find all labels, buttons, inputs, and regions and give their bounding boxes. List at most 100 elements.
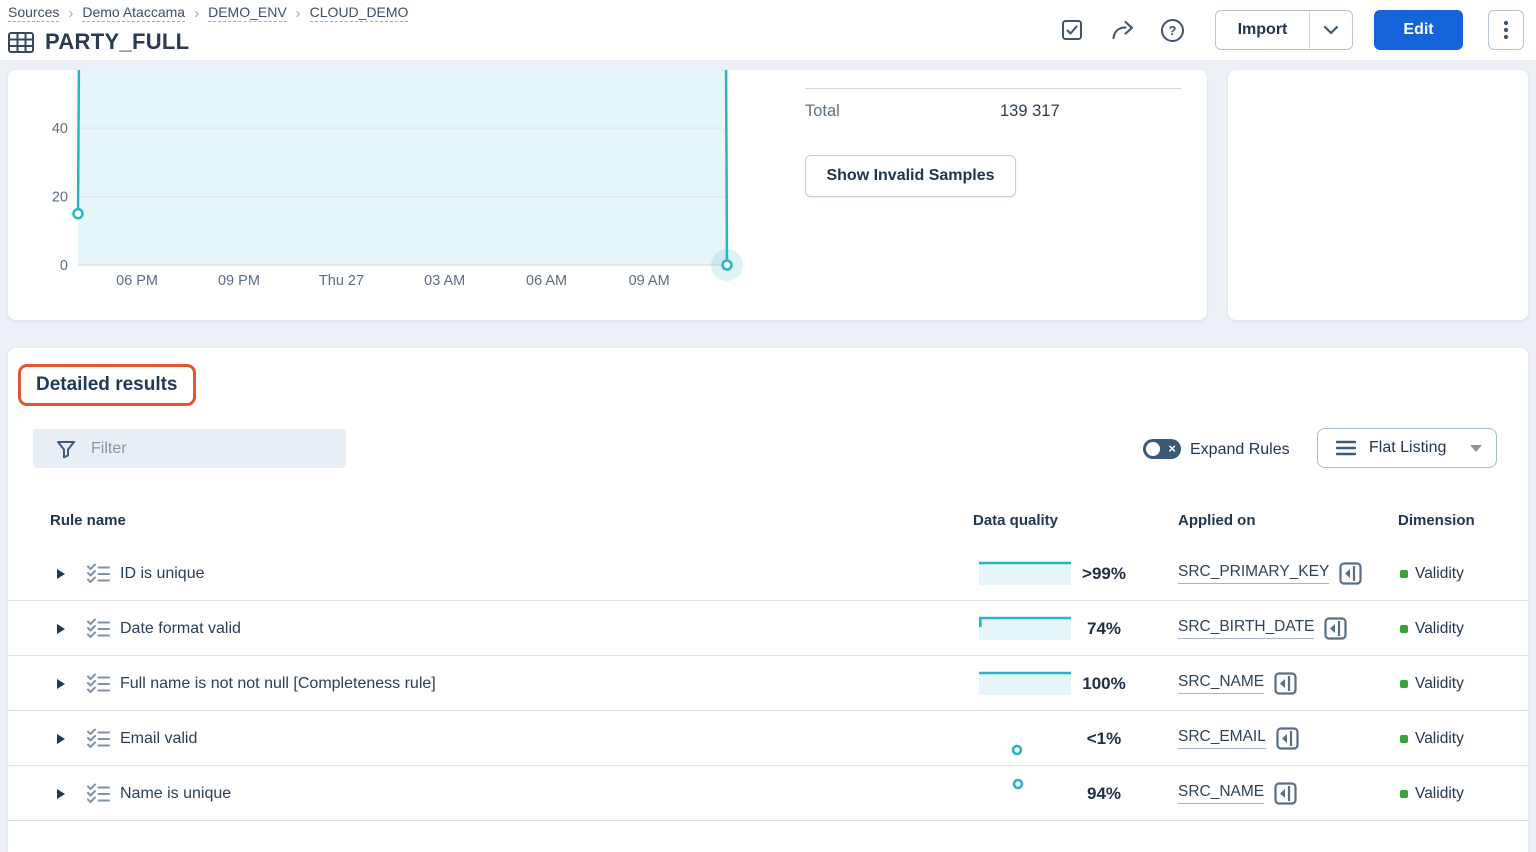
breadcrumb-separator: › <box>68 5 73 22</box>
applied-on-link[interactable]: SRC_NAME <box>1178 673 1264 694</box>
question-circle-icon: ? <box>1160 18 1185 43</box>
import-dropdown-button[interactable] <box>1310 11 1352 49</box>
rule-checklist-icon <box>86 728 110 749</box>
open-preview-icon[interactable] <box>1274 782 1297 805</box>
chevron-down-icon <box>1323 25 1339 35</box>
applied-on-cell: SRC_EMAIL <box>1178 711 1299 766</box>
open-preview-icon[interactable] <box>1276 727 1299 750</box>
breadcrumb-separator: › <box>296 5 301 22</box>
record-trend-chart[interactable]: 0204006 PM09 PMThu 2703 AM06 AM09 AM <box>8 70 768 302</box>
svg-text:09 PM: 09 PM <box>218 273 260 289</box>
rule-name[interactable]: ID is unique <box>120 546 205 601</box>
applied-on-link[interactable]: SRC_NAME <box>1178 783 1264 804</box>
app-root: Sources › Demo Ataccama › DEMO_ENV › CLOUD_DEM… <box>0 0 1536 852</box>
breadcrumb-item[interactable]: Sources <box>8 4 59 22</box>
svg-text:09 AM: 09 AM <box>629 273 670 289</box>
breadcrumb-item[interactable]: Demo Ataccama <box>82 4 185 22</box>
rule-checklist-icon <box>86 618 110 639</box>
applied-on-link[interactable]: SRC_BIRTH_DATE <box>1178 618 1314 639</box>
svg-text:0: 0 <box>60 258 68 274</box>
column-header: Rule name <box>50 512 126 529</box>
check-square-icon <box>1060 18 1084 42</box>
table-row: Email valid <1% SRC_EMAIL Validity <box>8 711 1528 766</box>
import-button[interactable]: Import <box>1216 11 1310 49</box>
breadcrumb: Sources › Demo Ataccama › DEMO_ENV › CLOUD_DEM… <box>8 4 408 22</box>
show-invalid-samples-button[interactable]: Show Invalid Samples <box>805 155 1016 197</box>
help-button[interactable]: ? <box>1159 17 1185 43</box>
breadcrumb-item[interactable]: CLOUD_DEMO <box>310 4 409 22</box>
open-preview-icon[interactable] <box>1274 672 1297 695</box>
page-header: Sources › Demo Ataccama › DEMO_ENV › CLOUD_DEM… <box>0 0 1536 60</box>
rule-name[interactable]: Date format valid <box>120 601 241 656</box>
table-row: Name is unique94%SRC_NAMEValidity <box>8 766 1528 821</box>
share-arrow-icon <box>1110 18 1136 42</box>
dimension-dot <box>1400 735 1408 743</box>
row-expand-arrow-icon[interactable] <box>57 734 65 744</box>
svg-text:20: 20 <box>52 190 68 206</box>
dimension-dot <box>1400 680 1408 688</box>
svg-text:Thu 27: Thu 27 <box>319 273 364 289</box>
column-header: Data quality <box>973 512 1058 529</box>
breadcrumb-separator: › <box>194 5 199 22</box>
filter-input[interactable] <box>89 439 319 459</box>
import-split-button: Import <box>1215 10 1353 50</box>
overview-card: 0204006 PM09 PMThu 2703 AM06 AM09 AM Tot… <box>8 70 1207 320</box>
applied-on-cell: SRC_BIRTH_DATE <box>1178 601 1347 656</box>
rule-checklist-icon <box>86 673 110 694</box>
filter-box <box>33 429 346 468</box>
dimension-dot <box>1400 790 1408 798</box>
dimension-dot <box>1400 570 1408 578</box>
table-row: ID is unique>99%SRC_PRIMARY_KEYValidity <box>8 546 1528 601</box>
open-preview-icon[interactable] <box>1324 617 1347 640</box>
applied-on-link[interactable]: SRC_PRIMARY_KEY <box>1178 563 1329 584</box>
svg-text:?: ? <box>1168 23 1176 38</box>
table-grid-icon <box>8 32 34 53</box>
row-expand-arrow-icon[interactable] <box>57 679 65 689</box>
quality-value: 100% <box>1044 656 1164 711</box>
view-selector-value: Flat Listing <box>1369 439 1446 457</box>
dimension-dot <box>1400 625 1408 633</box>
column-header: Applied on <box>1178 512 1256 529</box>
main-content: 0204006 PM09 PMThu 2703 AM06 AM09 AM Tot… <box>0 60 1536 852</box>
total-value: 139 317 <box>1000 102 1060 121</box>
open-preview-icon[interactable] <box>1339 562 1362 585</box>
rule-name[interactable]: Email valid <box>120 711 197 766</box>
expand-rules-label: Expand Rules <box>1190 441 1290 459</box>
row-expand-arrow-icon[interactable] <box>57 789 65 799</box>
applied-on-link[interactable]: SRC_EMAIL <box>1178 728 1266 749</box>
totals-divider <box>805 88 1181 89</box>
breadcrumb-item[interactable]: DEMO_ENV <box>208 4 287 22</box>
quality-value: <1% <box>1044 711 1164 766</box>
svg-text:06 PM: 06 PM <box>116 273 158 289</box>
validate-button[interactable] <box>1059 17 1085 43</box>
rule-name[interactable]: Name is unique <box>120 766 231 821</box>
row-expand-arrow-icon[interactable] <box>57 569 65 579</box>
dimension-label: Validity <box>1415 675 1464 693</box>
applied-on-cell: SRC_NAME <box>1178 656 1297 711</box>
title-row: PARTY_FULL <box>8 29 189 55</box>
expand-rules-toggle[interactable]: × <box>1143 439 1181 459</box>
dimension-cell: Validity <box>1400 656 1464 711</box>
funnel-icon <box>56 439 76 459</box>
column-header: Dimension <box>1398 512 1475 529</box>
row-expand-arrow-icon[interactable] <box>57 624 65 634</box>
page-title: PARTY_FULL <box>45 29 189 55</box>
quality-value: 74% <box>1044 601 1164 656</box>
rule-checklist-icon <box>86 563 110 584</box>
dimension-cell: Validity <box>1400 546 1464 601</box>
detailed-results-annotation-box: Detailed results <box>18 364 196 406</box>
rule-name[interactable]: Full name is not not null [Completeness … <box>120 656 436 711</box>
toggle-off-x-icon: × <box>1168 440 1176 458</box>
dimension-label: Validity <box>1415 730 1464 748</box>
dimension-label: Validity <box>1415 620 1464 638</box>
rule-checklist-icon <box>86 783 110 804</box>
side-card <box>1228 70 1528 320</box>
kebab-icon <box>1503 20 1509 40</box>
dimension-label: Validity <box>1415 565 1464 583</box>
view-selector-dropdown[interactable]: Flat Listing <box>1317 428 1497 468</box>
applied-on-cell: SRC_PRIMARY_KEY <box>1178 546 1362 601</box>
more-actions-button[interactable] <box>1488 10 1524 50</box>
edit-button[interactable]: Edit <box>1374 10 1463 50</box>
table-row: Date format valid 74% SRC_BIRTH_DATE Validi… <box>8 601 1528 656</box>
share-button[interactable] <box>1110 17 1136 43</box>
